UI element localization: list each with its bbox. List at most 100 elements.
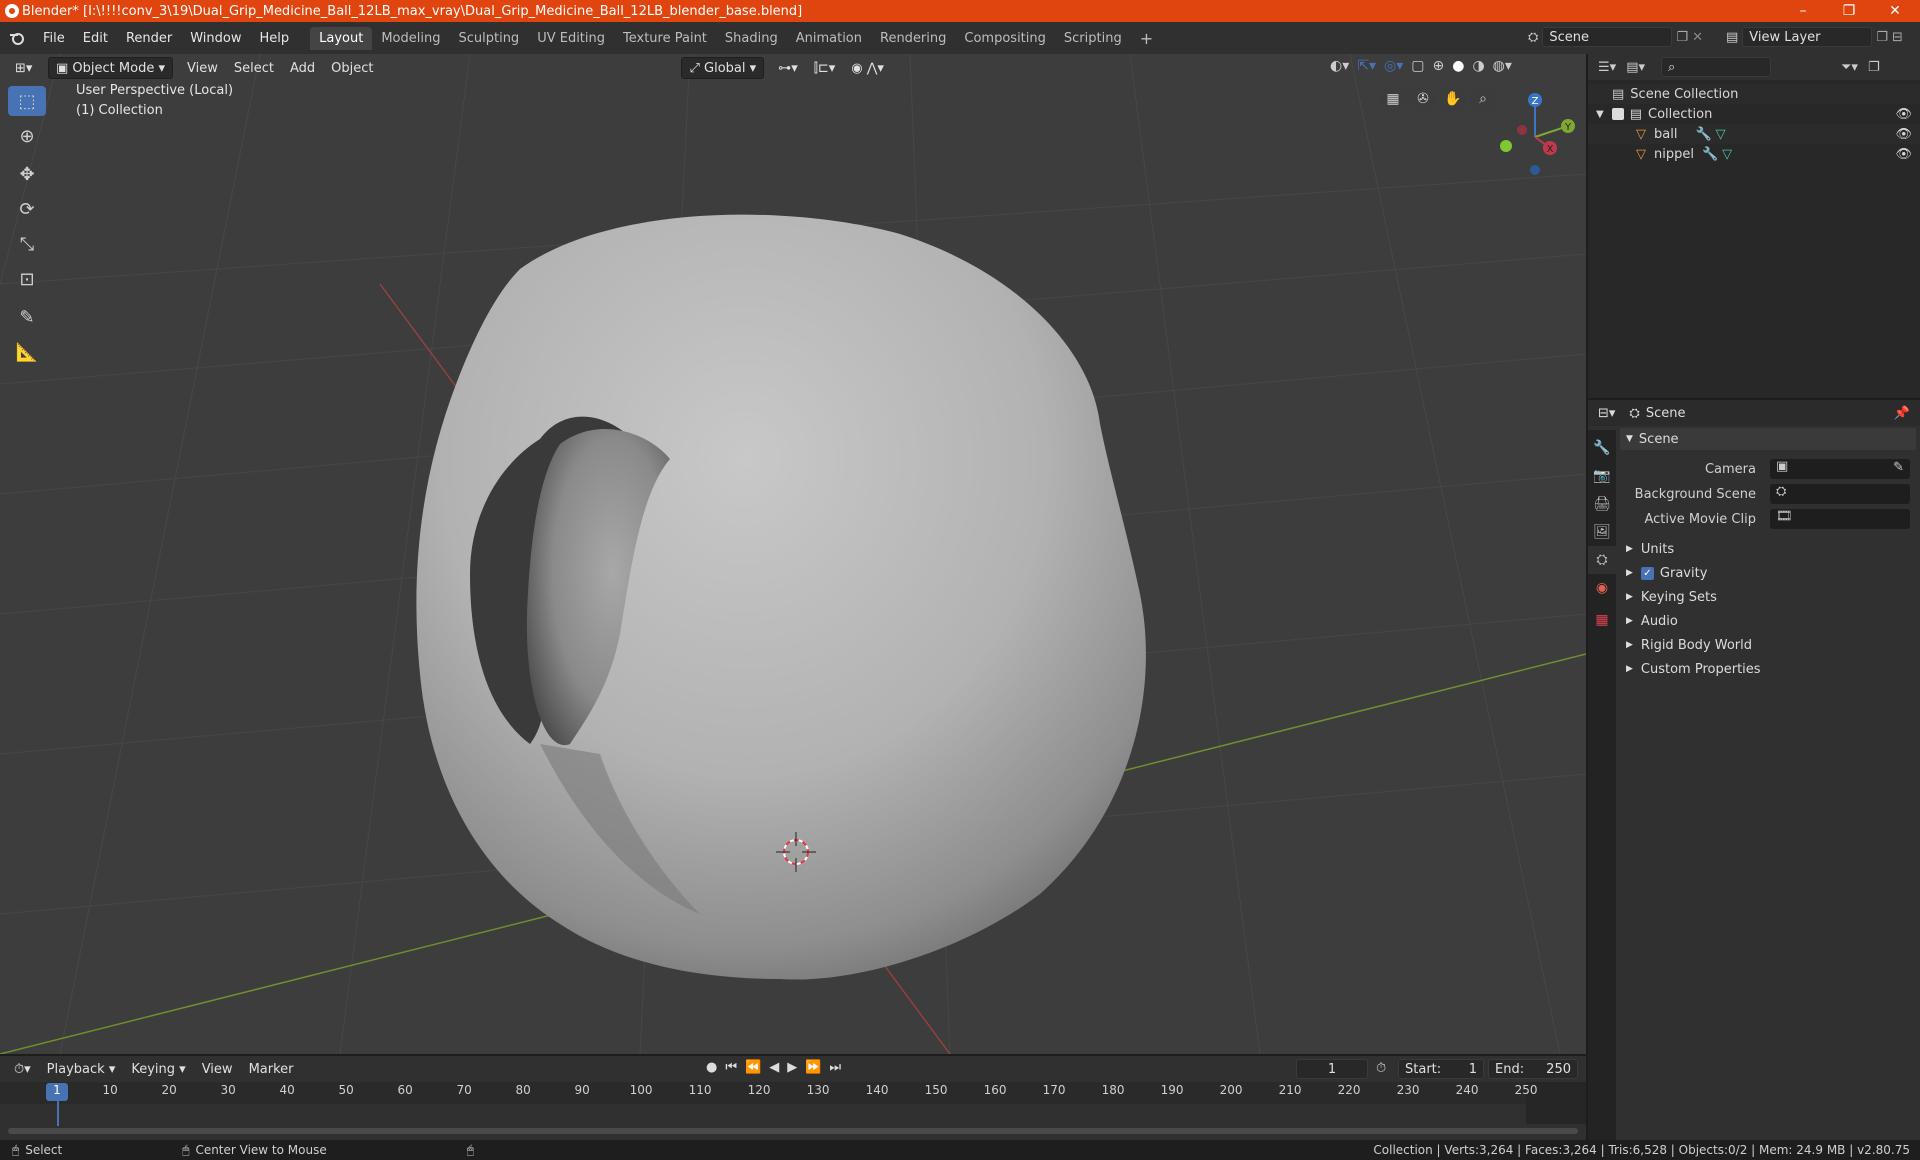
select-box-tool-icon[interactable]: ⬚ — [8, 86, 46, 116]
gizmo-toggle-icon[interactable]: ⇱▾ — [1357, 58, 1376, 74]
viewport-menu-object[interactable]: Object — [323, 61, 381, 76]
gravity-panel[interactable]: ▶ ✓ Gravity — [1620, 562, 1916, 584]
eye-icon[interactable]: 👁 — [1895, 127, 1912, 142]
modifier-icon[interactable]: 🔧 — [1702, 147, 1718, 162]
outliner-row-nippel[interactable]: ▽ nippel 🔧 ▽ 👁 — [1588, 144, 1920, 164]
navigation-gizmo[interactable]: Z Y X — [1490, 82, 1580, 192]
rigid-body-world-panel[interactable]: ▶ Rigid Body World — [1620, 634, 1916, 656]
viewport-menu-view[interactable]: View — [179, 61, 226, 76]
end-frame-field[interactable]: End: 250 — [1488, 1059, 1578, 1079]
start-frame-field[interactable]: Start: 1 — [1398, 1059, 1484, 1079]
transform-tool-icon[interactable]: ⊡ — [8, 264, 46, 294]
play-reverse-icon[interactable]: ◀ — [769, 1060, 779, 1075]
render-props-tab-icon[interactable]: 📷 — [1588, 462, 1616, 490]
cursor-tool-icon[interactable]: ⊕ — [8, 121, 46, 151]
scene-section-header[interactable]: ▼ Scene — [1620, 428, 1916, 450]
timeline-playback-menu[interactable]: Playback ▾ — [39, 1062, 124, 1077]
view-layer-field[interactable]: View Layer — [1742, 27, 1873, 47]
outliner-editor-type-icon[interactable]: ☰▾ — [1598, 60, 1616, 75]
wireframe-shading-icon[interactable]: ⊕ — [1433, 58, 1445, 74]
scale-tool-icon[interactable]: ⤡ — [8, 229, 46, 259]
background-scene-field[interactable]: ⛭ — [1770, 484, 1910, 504]
menu-file[interactable]: File — [34, 31, 74, 46]
menu-edit[interactable]: Edit — [74, 31, 117, 46]
eye-icon[interactable]: 👁 — [1895, 147, 1912, 162]
tab-uv-editing[interactable]: UV Editing — [528, 27, 614, 50]
snap-icon[interactable]: ⫿⊏▾ — [806, 61, 844, 76]
outliner-row-collection[interactable]: ▼ ▤ Collection 👁 — [1588, 104, 1920, 124]
jump-start-icon[interactable]: ⏮ — [725, 1060, 737, 1075]
current-frame-field[interactable]: 1 — [1296, 1059, 1368, 1079]
zoom-view-icon[interactable]: ⌕ — [1470, 86, 1496, 112]
menu-render[interactable]: Render — [117, 31, 181, 46]
visibility-icon[interactable]: ◐▾ — [1330, 58, 1349, 74]
outliner-display-mode-icon[interactable]: ▤▾ — [1626, 60, 1645, 75]
camera-view-icon[interactable]: ✇ — [1410, 86, 1436, 112]
move-tool-icon[interactable]: ✥ — [8, 159, 46, 189]
annotate-tool-icon[interactable]: ✎ — [8, 302, 46, 332]
viewport-menu-add[interactable]: Add — [282, 61, 323, 76]
remove-view-layer-icon[interactable]: ⊟ — [1892, 30, 1903, 45]
keying-sets-panel[interactable]: ▶ Keying Sets — [1620, 586, 1916, 608]
texture-props-tab-icon[interactable]: ▦ — [1588, 606, 1616, 634]
solid-shading-icon[interactable]: ● — [1452, 58, 1464, 74]
custom-properties-panel[interactable]: ▶ Custom Properties — [1620, 658, 1916, 680]
camera-field[interactable]: ▣ ✎ — [1770, 459, 1910, 479]
outliner-search-input[interactable]: ⌕ — [1661, 57, 1771, 77]
rendered-shading-icon[interactable]: ◍▾ — [1493, 58, 1512, 74]
scene-field[interactable]: Scene — [1542, 27, 1673, 47]
minimize-button[interactable]: – — [1780, 0, 1826, 22]
preview-range-icon[interactable]: ⏱ — [1376, 1061, 1386, 1076]
pivot-point-icon[interactable]: ⊶▾ — [770, 61, 806, 76]
new-view-layer-icon[interactable]: ❐ — [1876, 30, 1888, 45]
audio-panel[interactable]: ▶ Audio — [1620, 610, 1916, 632]
modifier-icon[interactable]: 🔧 — [1695, 127, 1711, 142]
viewport-menu-select[interactable]: Select — [226, 61, 282, 76]
prev-keyframe-icon[interactable]: ⏪ — [745, 1060, 761, 1075]
3d-viewport[interactable]: Z Y X — [0, 54, 1586, 1054]
toggle-perspective-icon[interactable]: ▦ — [1380, 86, 1406, 112]
properties-editor-type-icon[interactable]: ⊟▾ — [1598, 406, 1615, 421]
next-keyframe-icon[interactable]: ⏩ — [805, 1060, 821, 1075]
new-scene-icon[interactable]: ❐ — [1676, 30, 1688, 45]
scene-props-tab-icon[interactable]: ⛭ — [1588, 546, 1616, 574]
close-button[interactable]: ✕ — [1872, 0, 1918, 22]
measure-tool-icon[interactable]: 📐 — [8, 337, 46, 367]
eye-icon[interactable]: 👁 — [1895, 107, 1912, 122]
tab-layout[interactable]: Layout — [310, 26, 373, 50]
menu-window[interactable]: Window — [181, 31, 250, 46]
outliner-row-ball[interactable]: ▽ ball 🔧 ▽ 👁 — [1588, 124, 1920, 144]
pan-view-icon[interactable]: ✋ — [1440, 86, 1466, 112]
filter-icon[interactable]: ⏷▾ — [1841, 60, 1858, 75]
tab-animation[interactable]: Animation — [787, 27, 871, 50]
play-icon[interactable]: ▶ — [787, 1060, 797, 1075]
delete-scene-icon[interactable]: ✕ — [1692, 30, 1703, 45]
new-collection-icon[interactable]: ❐ — [1868, 60, 1880, 75]
rotate-tool-icon[interactable]: ⟳ — [8, 194, 46, 224]
mesh-data-icon[interactable]: ▽ — [1716, 127, 1726, 142]
record-icon[interactable]: ● — [706, 1060, 717, 1075]
view-layer-props-tab-icon[interactable]: 🖼 — [1588, 518, 1616, 546]
tab-texture-paint[interactable]: Texture Paint — [614, 27, 716, 50]
timeline-scrollbar[interactable] — [8, 1128, 1578, 1134]
timeline-editor-type-icon[interactable]: ⏱▾ — [6, 1062, 39, 1077]
tab-scripting[interactable]: Scripting — [1055, 27, 1131, 50]
timeline-view-menu[interactable]: View — [194, 1062, 241, 1077]
output-props-tab-icon[interactable]: 🖨 — [1588, 490, 1616, 518]
timeline-marker-menu[interactable]: Marker — [241, 1062, 302, 1077]
jump-end-icon[interactable]: ⏭ — [829, 1060, 841, 1075]
pin-icon[interactable]: 📌 — [1894, 406, 1910, 421]
outliner-row-scene-collection[interactable]: ▤ Scene Collection — [1588, 84, 1920, 104]
proportional-edit-icon[interactable]: ◉ ⋀▾ — [843, 61, 892, 76]
mode-dropdown[interactable]: ▣ Object Mode ▾ — [48, 57, 173, 79]
blender-menu-icon[interactable] — [0, 30, 34, 46]
tab-shading[interactable]: Shading — [716, 27, 787, 50]
tab-sculpting[interactable]: Sculpting — [449, 27, 528, 50]
mesh-data-icon[interactable]: ▽ — [1722, 147, 1732, 162]
tab-rendering[interactable]: Rendering — [871, 27, 955, 50]
gravity-checkbox[interactable]: ✓ — [1640, 566, 1654, 580]
transform-orientation-dropdown[interactable]: ⤢ Global ▾ — [681, 57, 765, 79]
tool-props-tab-icon[interactable]: 🔧 — [1588, 434, 1616, 462]
maximize-button[interactable]: ❐ — [1826, 0, 1872, 22]
active-movie-clip-field[interactable]: 🎞 — [1770, 509, 1910, 529]
